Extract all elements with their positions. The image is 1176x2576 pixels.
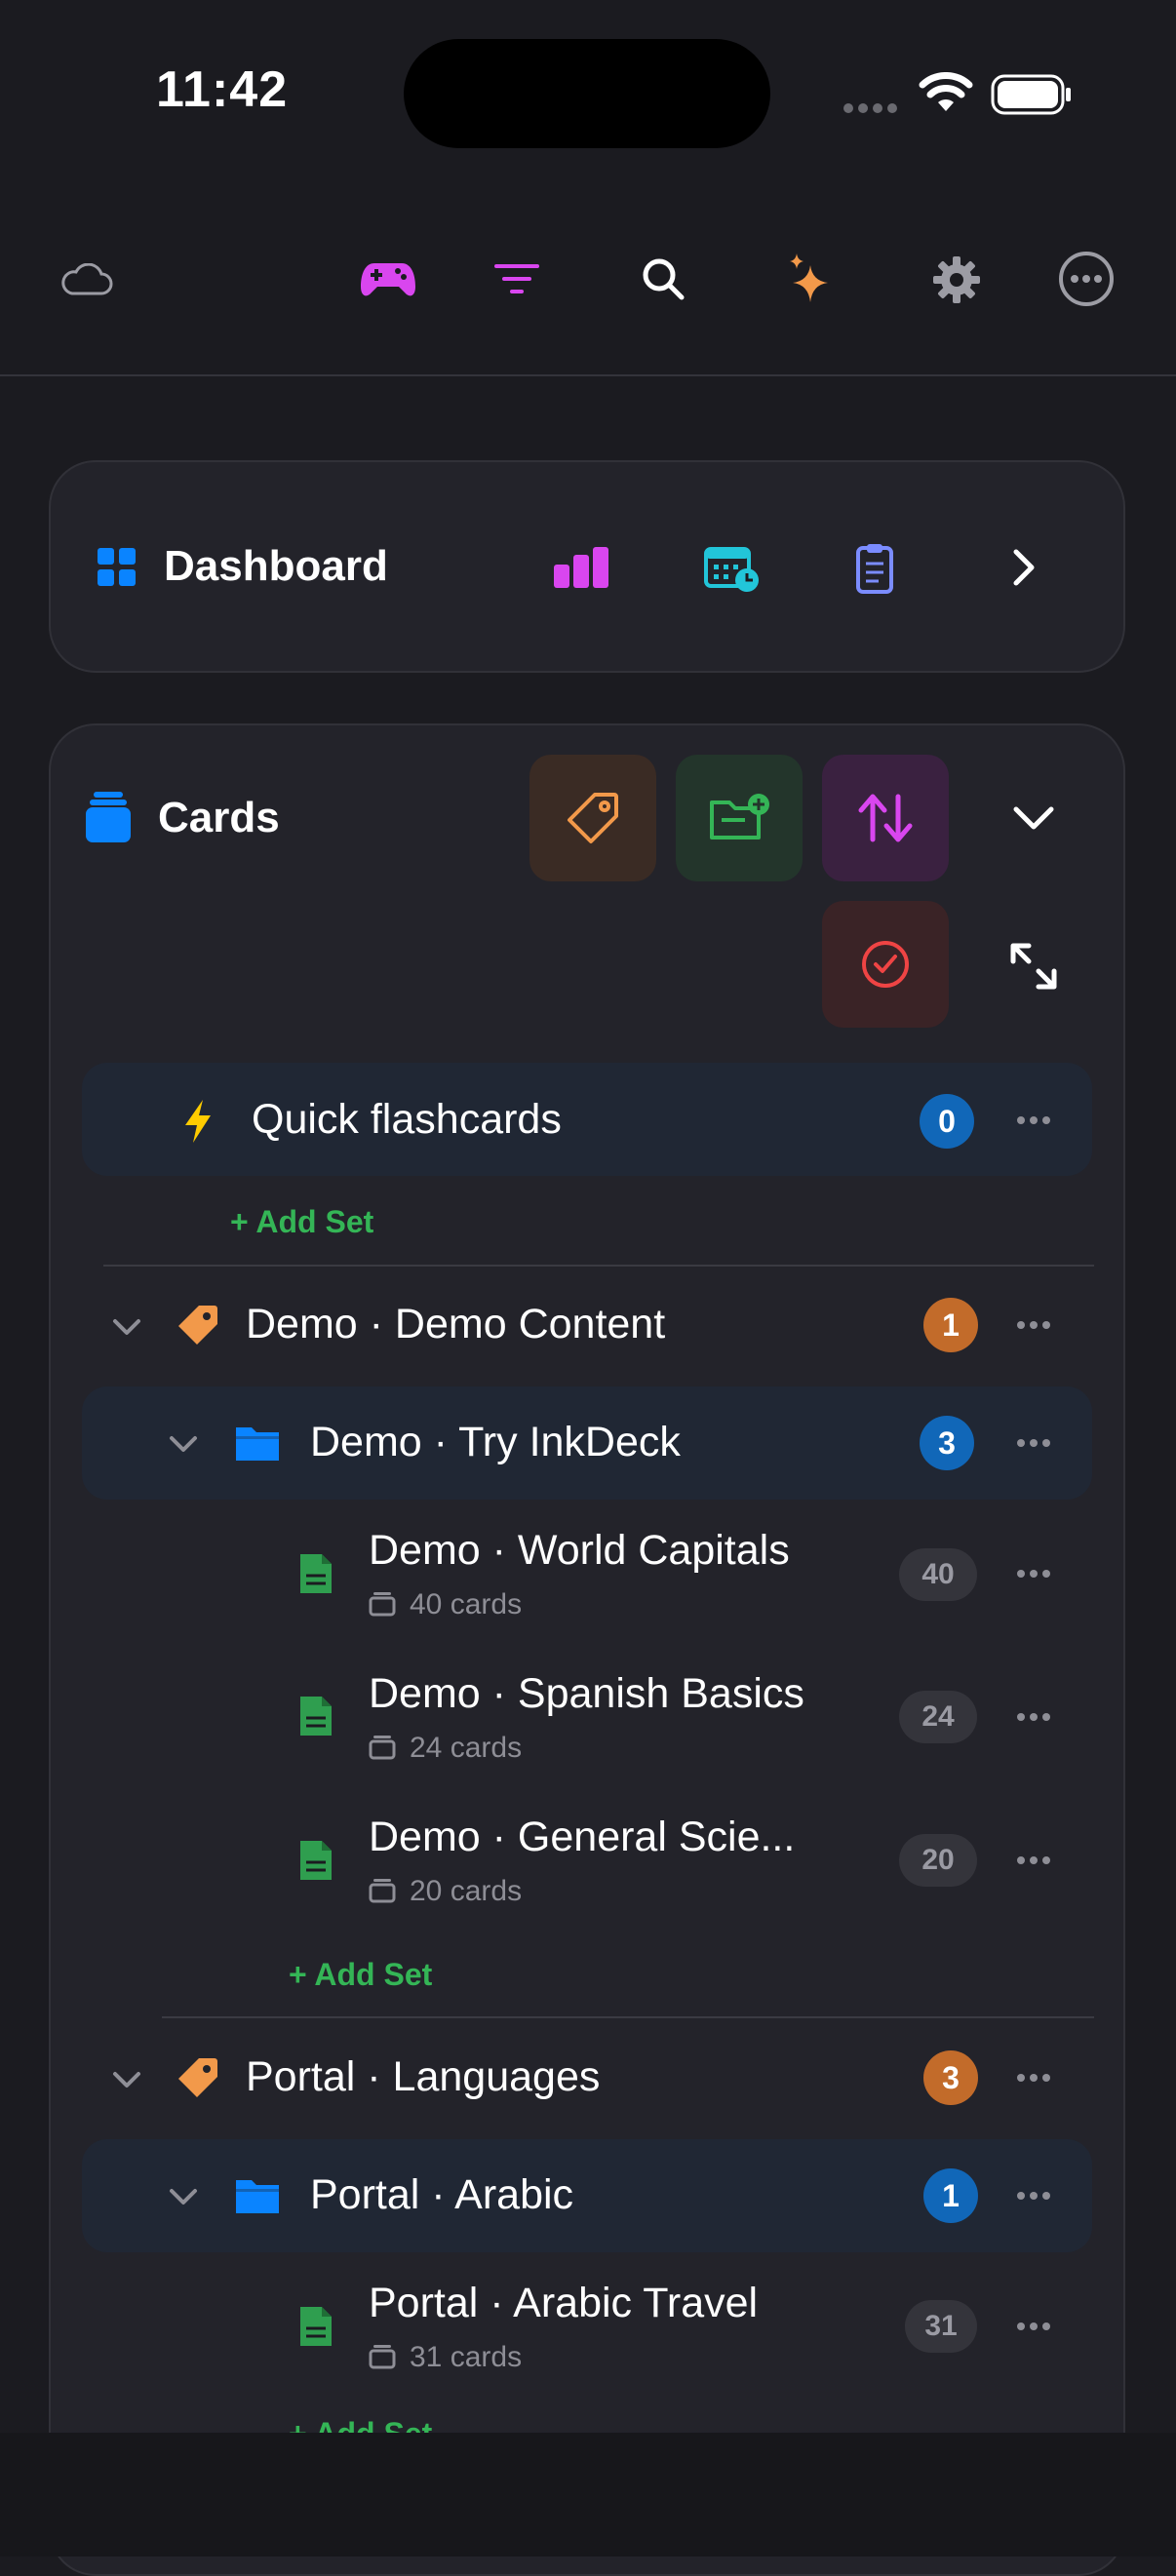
group-badge: 1 — [923, 1298, 978, 1352]
document-icon — [298, 1839, 333, 1887]
divider — [162, 2016, 1094, 2018]
add-set-button[interactable]: + Add Set — [230, 1204, 373, 1240]
bolt-icon — [181, 1098, 215, 1150]
more-horizontal-icon[interactable] — [1004, 1559, 1063, 1588]
quick-flashcards-title: Quick flashcards — [252, 1096, 562, 1143]
bottom-bar — [0, 2433, 1176, 2556]
cards-mini-icon — [369, 1591, 396, 1621]
more-horizontal-icon[interactable] — [1004, 1428, 1063, 1458]
set-title: Portal · Arabic Travel — [369, 2280, 759, 2326]
folder-icon — [234, 1424, 281, 1467]
cards-stack-icon — [86, 792, 131, 847]
document-icon — [298, 1552, 333, 1600]
tag-icon — [176, 2055, 220, 2105]
cards-title: Cards — [158, 794, 280, 841]
chevron-down-icon[interactable] — [109, 2065, 144, 2094]
add-folder-button[interactable] — [676, 755, 803, 881]
quick-flashcards-badge: 0 — [920, 1094, 974, 1149]
search-icon[interactable] — [634, 250, 692, 308]
tag-button[interactable] — [529, 755, 656, 881]
cards-mini-icon — [369, 1878, 396, 1908]
set-count-pill: 31 — [905, 2300, 977, 2353]
chevron-down-icon[interactable] — [109, 1312, 144, 1342]
group-title: Portal · Languages — [246, 2053, 601, 2100]
collapse-chevron-down-icon[interactable] — [1002, 792, 1065, 846]
gamepad-icon[interactable] — [355, 252, 421, 306]
document-icon — [298, 1695, 333, 1742]
more-horizontal-icon[interactable] — [1004, 1106, 1063, 1135]
status-time: 11:42 — [156, 61, 289, 118]
set-count-pill: 40 — [899, 1548, 977, 1601]
cards-mini-icon — [369, 2344, 396, 2374]
group-title: Demo · Demo Content — [246, 1301, 666, 1347]
chevron-right-icon[interactable] — [1002, 542, 1045, 593]
add-set-button[interactable]: + Add Set — [289, 1957, 432, 1993]
document-icon — [298, 2305, 333, 2353]
dashboard-grid-icon — [98, 548, 137, 592]
folder-title: Portal · Arabic — [310, 2171, 574, 2218]
chevron-down-icon[interactable] — [166, 2182, 201, 2211]
group-badge: 3 — [923, 2050, 978, 2105]
chevron-down-icon[interactable] — [166, 1429, 201, 1459]
more-horizontal-icon[interactable] — [1004, 1310, 1063, 1340]
set-card-count: 24 cards — [410, 1732, 523, 1764]
set-title: Demo · Spanish Basics — [369, 1670, 804, 1717]
set-title: Demo · General Scie... — [369, 1814, 796, 1860]
select-check-button[interactable] — [822, 901, 949, 1028]
set-title: Demo · World Capitals — [369, 1527, 790, 1574]
calendar-clock-icon[interactable] — [702, 538, 763, 599]
more-circle-icon[interactable] — [1055, 248, 1117, 310]
set-card-count: 31 cards — [410, 2341, 523, 2373]
wifi-icon — [919, 72, 973, 120]
filter-icon[interactable] — [488, 252, 546, 306]
clipboard-icon[interactable] — [846, 538, 903, 599]
cloud-icon[interactable] — [57, 255, 115, 304]
set-count-pill: 24 — [899, 1691, 977, 1743]
more-horizontal-icon[interactable] — [1004, 1846, 1063, 1875]
folder-icon — [234, 2176, 281, 2220]
battery-icon — [991, 74, 1073, 120]
folder-badge: 3 — [920, 1416, 974, 1470]
set-card-count: 40 cards — [410, 1588, 523, 1620]
dashboard-title: Dashboard — [164, 542, 388, 590]
divider — [103, 1265, 1094, 1267]
stats-bar-icon[interactable] — [550, 540, 614, 595]
toolbar-divider — [0, 374, 1176, 376]
folder-badge: 1 — [923, 2168, 978, 2223]
more-horizontal-icon[interactable] — [1004, 2312, 1063, 2341]
folder-title: Demo · Try InkDeck — [310, 1419, 681, 1465]
sort-button[interactable] — [822, 755, 949, 881]
cards-mini-icon — [369, 1735, 396, 1765]
tag-icon — [176, 1303, 220, 1352]
expand-arrows-icon[interactable] — [1002, 936, 1065, 996]
more-horizontal-icon[interactable] — [1004, 2181, 1063, 2210]
gear-icon[interactable] — [926, 250, 987, 310]
dynamic-island — [404, 39, 770, 148]
set-card-count: 20 cards — [410, 1875, 523, 1907]
set-count-pill: 20 — [899, 1834, 977, 1887]
more-horizontal-icon[interactable] — [1004, 1702, 1063, 1732]
sparkles-icon[interactable] — [780, 248, 843, 310]
cellular-signal-icon — [843, 101, 899, 120]
more-horizontal-icon[interactable] — [1004, 2063, 1063, 2092]
